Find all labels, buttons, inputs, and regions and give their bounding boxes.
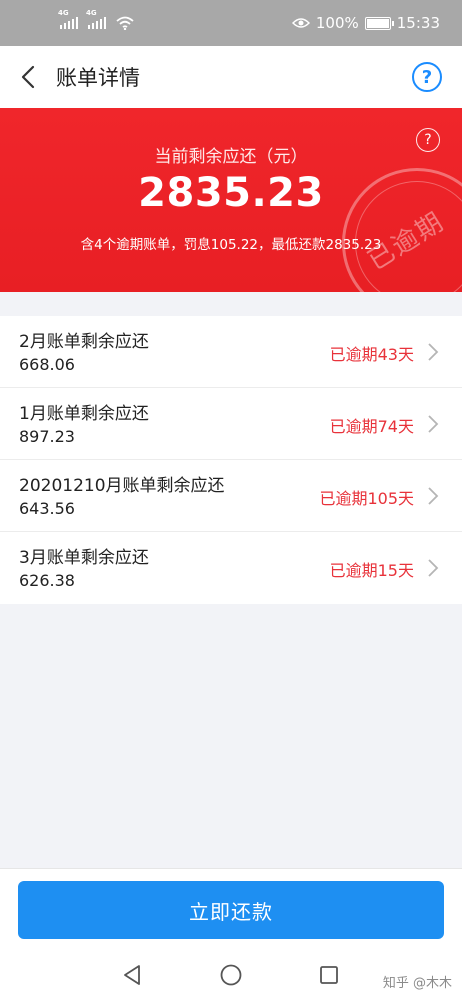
pay-now-button[interactable]: 立即还款: [18, 881, 444, 939]
overdue-summary-text: 含4个逾期账单，罚息105.22，最低还款2835.23: [80, 237, 382, 253]
back-button[interactable]: [0, 46, 56, 108]
bill-row[interactable]: 3月账单剩余应还 626.38 已逾期15天: [0, 532, 462, 604]
battery-percent: 100%: [315, 14, 359, 32]
system-home-button[interactable]: [209, 957, 253, 993]
bill-amount: 626.38: [19, 571, 75, 590]
remaining-due-label: 当前剩余应还（元）: [154, 147, 308, 167]
overdue-status: 已逾期74天: [329, 417, 414, 436]
page-title: 账单详情: [56, 66, 140, 90]
system-back-button[interactable]: [110, 957, 154, 993]
bottom-action-area: 立即还款 知乎 @木木: [0, 868, 462, 1000]
chevron-right-icon: [428, 559, 439, 577]
bill-title: 3月账单剩余应还: [19, 548, 149, 568]
chevron-right-icon: [428, 343, 439, 361]
nav-bar: 账单详情 ?: [0, 46, 462, 108]
triangle-back-icon: [124, 965, 140, 985]
square-recents-icon: [320, 966, 338, 984]
watermark: 知乎 @木木: [382, 976, 452, 991]
overdue-status: 已逾期15天: [329, 561, 414, 580]
system-nav-bar: 知乎 @木木: [0, 957, 462, 1000]
bill-row[interactable]: 2月账单剩余应还 668.06 已逾期43天: [0, 316, 462, 388]
bill-title: 2月账单剩余应还: [19, 332, 149, 352]
bill-list: 2月账单剩余应还 668.06 已逾期43天 1月账单剩余应还 897.23 已…: [0, 316, 462, 604]
bill-title: 20201210月账单剩余应还: [19, 476, 225, 496]
signal-icon: 4G: [86, 9, 106, 29]
bill-row[interactable]: 20201210月账单剩余应还 643.56 已逾期105天: [0, 460, 462, 532]
chevron-right-icon: [428, 415, 439, 433]
back-arrow-icon: [21, 65, 35, 89]
status-bar: 4G 4G 100% 15:33: [0, 0, 462, 46]
clock: 15:33: [396, 14, 440, 32]
wifi-icon: [116, 16, 134, 30]
bill-amount: 668.06: [19, 355, 75, 374]
eye-icon: [291, 18, 310, 28]
status-left: 4G 4G: [58, 9, 134, 30]
overdue-status: 已逾期43天: [329, 345, 414, 364]
sim1-label: 4G: [58, 9, 69, 17]
balance-summary-card: ? 当前剩余应还（元） 2835.23 已逾期 含4个逾期账单，罚息105.22…: [0, 108, 462, 292]
signal-icon: 4G: [58, 9, 78, 29]
chevron-right-icon: [428, 487, 439, 505]
help-button[interactable]: ?: [412, 62, 442, 92]
battery-icon: [364, 16, 394, 30]
status-right: 100% 15:33: [291, 14, 440, 32]
bill-amount: 643.56: [19, 499, 75, 518]
bill-row[interactable]: 1月账单剩余应还 897.23 已逾期74天: [0, 388, 462, 460]
circle-home-icon: [220, 964, 242, 986]
overdue-status: 已逾期105天: [319, 489, 414, 508]
bill-title: 1月账单剩余应还: [19, 404, 149, 424]
system-recents-button[interactable]: [307, 957, 351, 993]
bill-amount: 897.23: [19, 427, 75, 446]
sim2-label: 4G: [86, 9, 97, 17]
question-mark-icon: ?: [421, 66, 433, 88]
